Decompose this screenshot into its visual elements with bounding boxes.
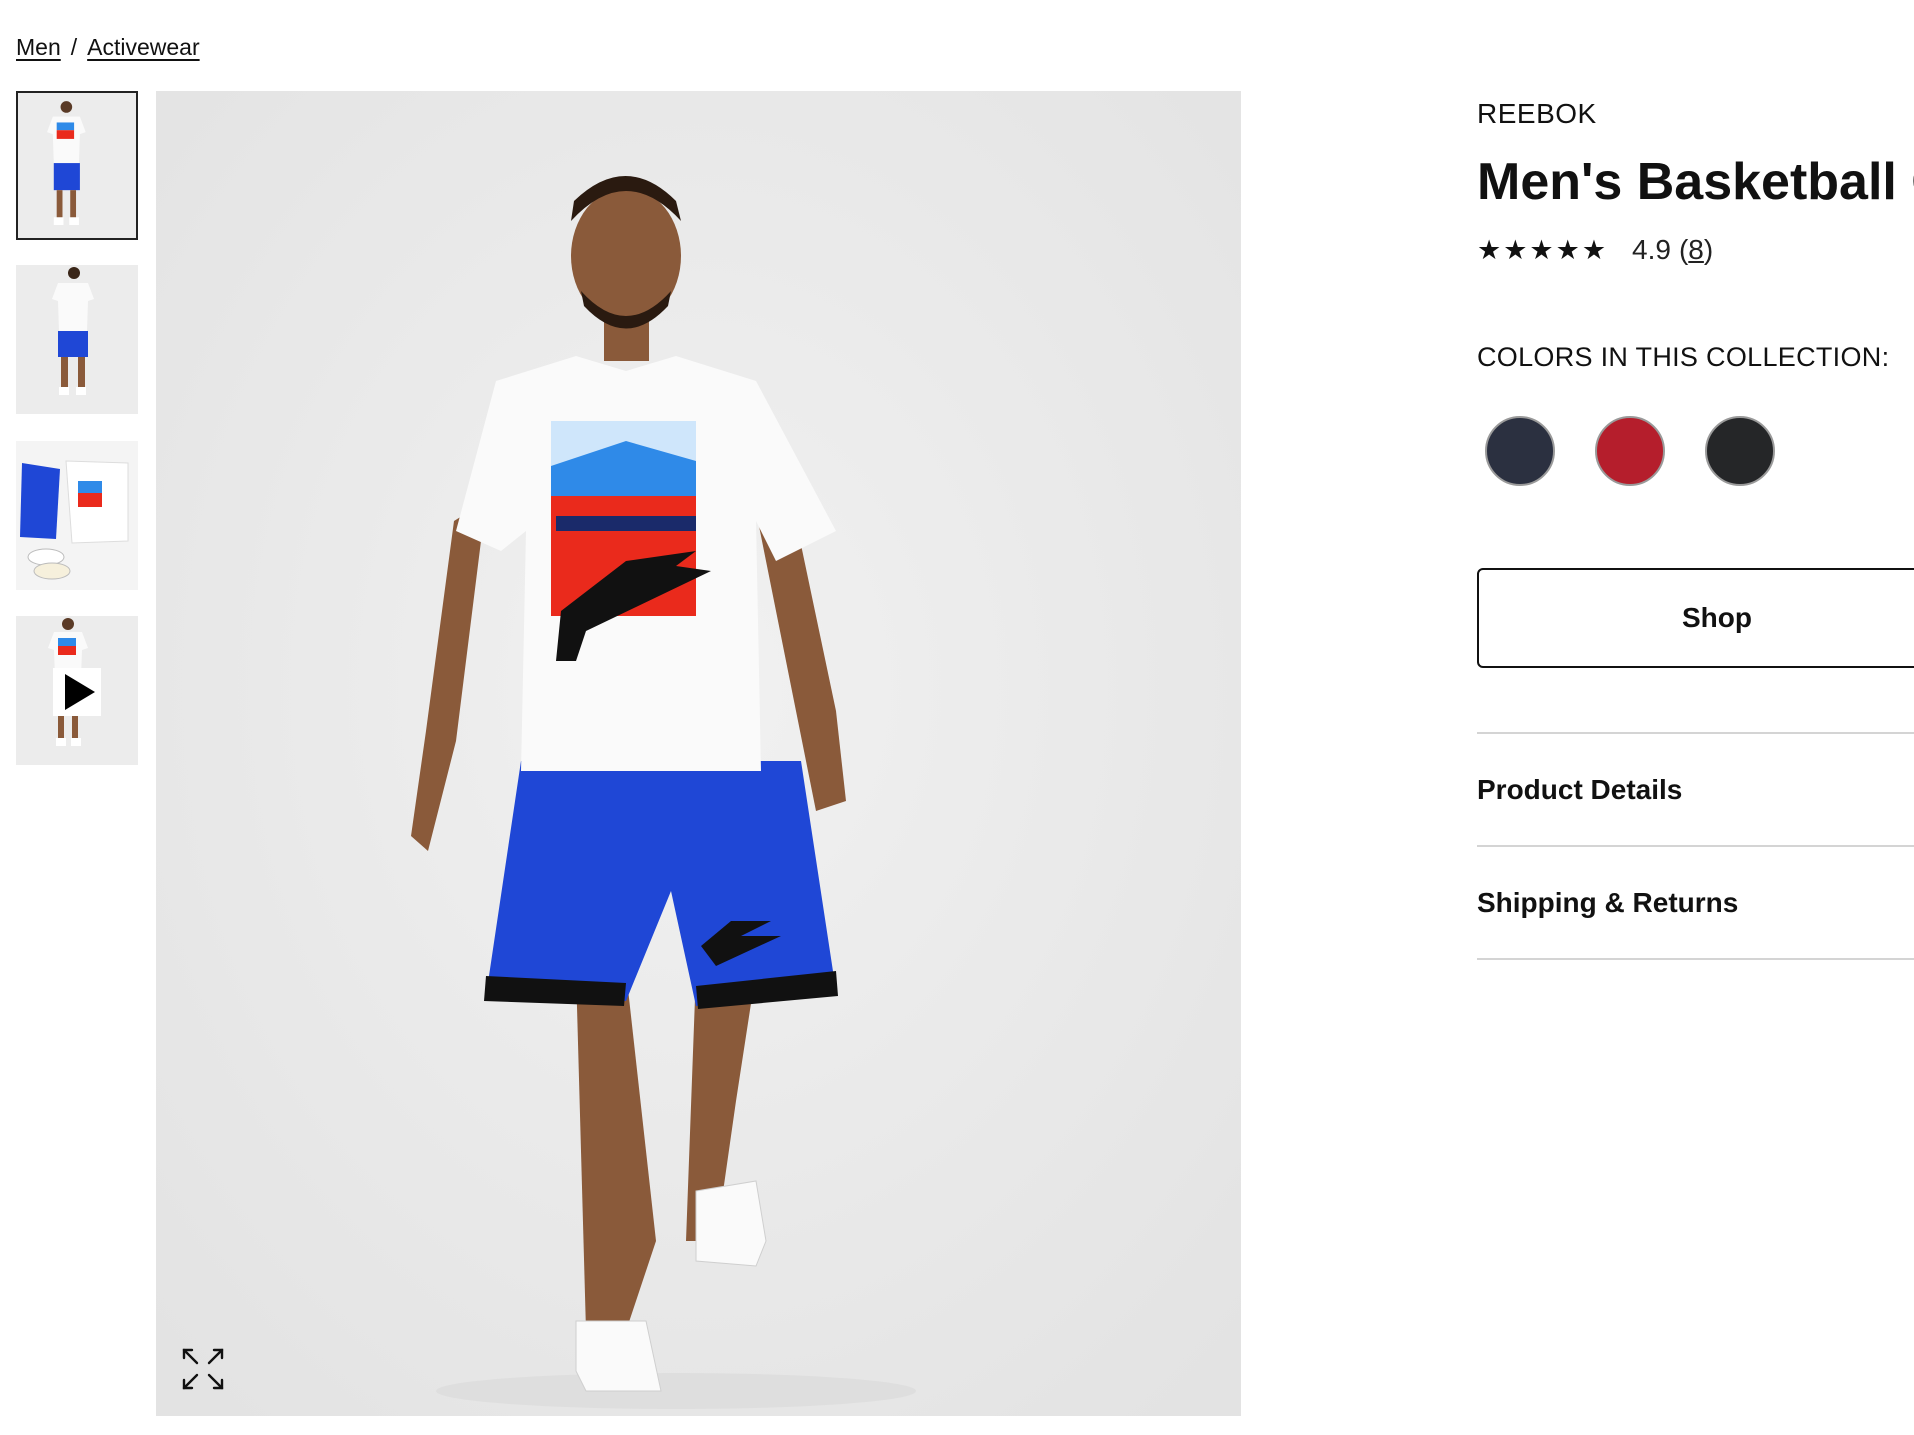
thumbnail-back[interactable] — [16, 265, 138, 414]
accordion-shipping-returns[interactable]: Shipping & Returns — [1477, 847, 1914, 960]
colors-label: COLORS IN THIS COLLECTION: — [1477, 342, 1890, 372]
breadcrumb: Men / Activewear — [16, 34, 200, 61]
shop-button[interactable]: Shop — [1477, 568, 1914, 668]
thumbnail-front[interactable] — [16, 91, 138, 240]
thumbnail-back-image — [16, 265, 138, 414]
product-page: Men / Activewear REEBOK Men's Basketball… — [0, 0, 1914, 1435]
product-rating[interactable]: ★★★★★ 4.9 ( 8 ) — [1477, 234, 1713, 266]
breadcrumb-separator: / — [70, 34, 78, 60]
product-info-panel: REEBOK Men's Basketball G ★★★★★ 4.9 ( 8 … — [1477, 0, 1914, 1435]
review-count-open-paren: ( — [1678, 234, 1689, 265]
swatch-navy[interactable] — [1485, 416, 1555, 486]
product-title: Men's Basketball G — [1477, 153, 1914, 211]
swatch-black[interactable] — [1705, 416, 1775, 486]
play-icon — [65, 674, 95, 710]
breadcrumb-link-activewear[interactable]: Activewear — [87, 34, 199, 61]
thumbnail-flatlay-image — [16, 441, 138, 590]
play-button[interactable] — [53, 668, 101, 716]
accordion-product-details[interactable]: Product Details — [1477, 734, 1914, 847]
info-accordion: Product Details Shipping & Returns — [1477, 732, 1914, 960]
rating-value: 4.9 — [1632, 234, 1671, 265]
thumbnail-video[interactable] — [16, 616, 138, 765]
model-photo — [156, 91, 1241, 1416]
thumbnail-flatlay[interactable] — [16, 441, 138, 590]
main-product-image[interactable] — [156, 91, 1241, 1416]
product-brand[interactable]: REEBOK — [1477, 98, 1597, 130]
review-count-close-paren: ) — [1703, 234, 1714, 265]
rating-stars: ★★★★★ — [1477, 234, 1609, 265]
swatch-red[interactable] — [1595, 416, 1665, 486]
color-swatches — [1485, 416, 1775, 486]
review-count-link[interactable]: 8 — [1688, 234, 1704, 266]
expand-icon — [182, 1348, 224, 1390]
thumbnail-front-image — [18, 93, 136, 238]
expand-image-button[interactable] — [180, 1346, 226, 1392]
breadcrumb-link-men[interactable]: Men — [16, 34, 61, 61]
